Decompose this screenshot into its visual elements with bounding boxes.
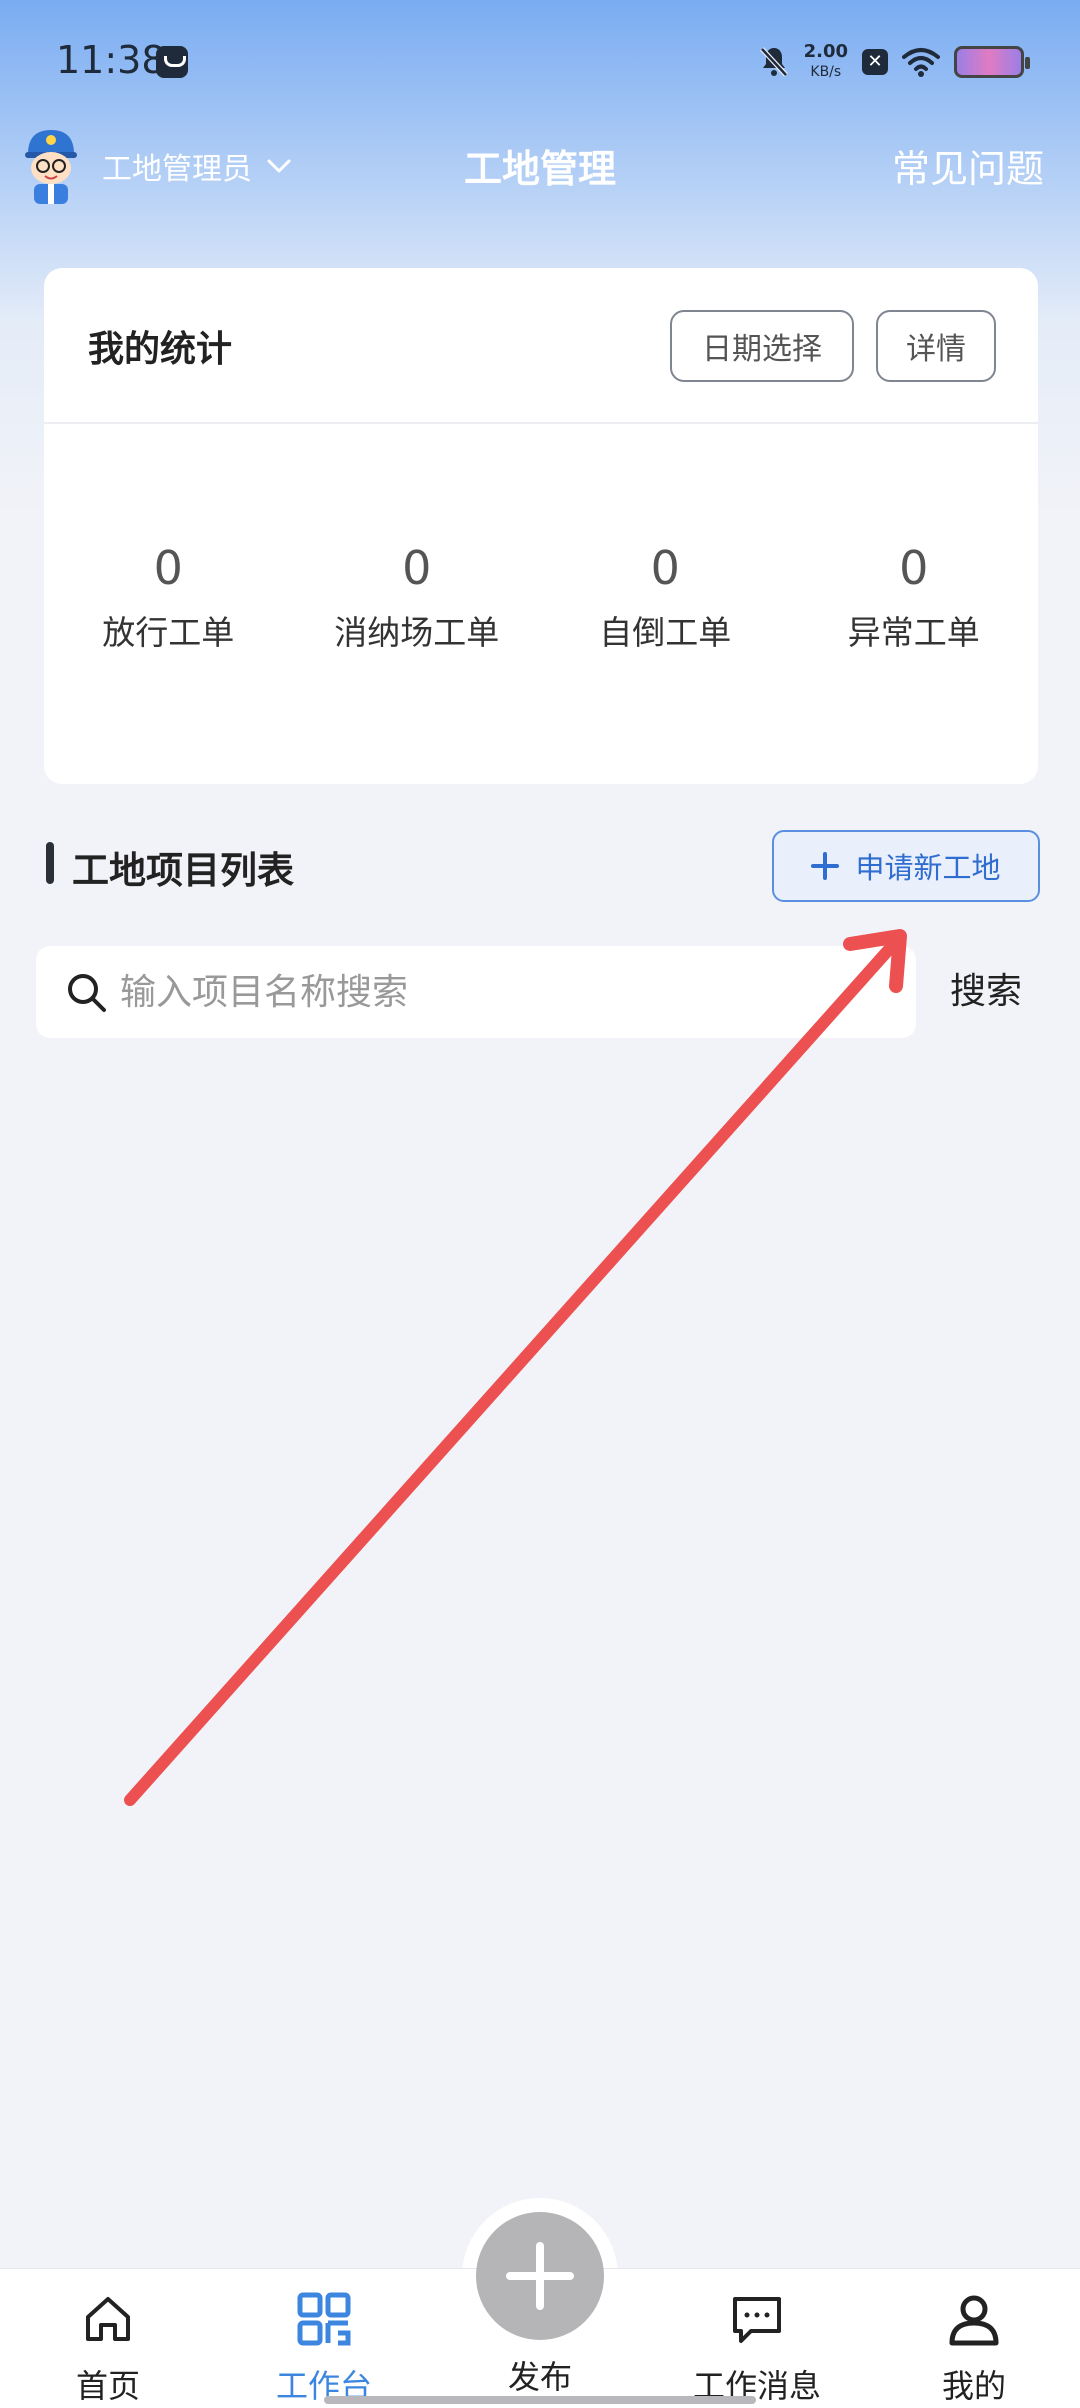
search-button[interactable]: 搜索 [950,962,1022,1014]
search-box [36,946,916,1038]
faq-link[interactable]: 常见问题 [892,138,1044,193]
apply-button-label: 申请新工地 [855,851,1001,885]
stat-value: 0 [153,541,183,595]
nav-workbench[interactable]: 工作台 [249,2269,399,2408]
stats-title: 我的统计 [88,329,233,370]
stat-abnormal-orders[interactable]: 0 异常工单 [790,538,1039,654]
stats-card: 我的统计 日期选择 详情 0 放行工单 0 消纳场工单 0 自倒工单 0 异常工… [44,268,1038,784]
date-select-button[interactable]: 日期选择 [670,310,854,382]
bell-muted-icon [759,47,788,77]
stat-value: 0 [650,541,680,595]
plus-icon [811,852,840,880]
section-accent-bar [46,842,54,884]
stats-card-header: 我的统计 日期选择 详情 [44,268,1038,424]
stat-label: 消纳场工单 [334,613,500,652]
status-icons: 2.00 KB/s ✕ [758,40,1030,84]
status-time: 11:38 [56,38,166,82]
stat-label: 异常工单 [847,613,980,652]
detail-button[interactable]: 详情 [876,310,996,382]
search-icon [68,974,106,1012]
stat-value: 0 [899,541,929,595]
network-speed: 2.00 KB/s [803,41,848,81]
qr-grid-icon [297,2292,351,2346]
app-icon [156,46,188,78]
nav-mine[interactable]: 我的 [899,2269,1049,2408]
nav-home[interactable]: 首页 [33,2269,183,2408]
app-header: 工地管理员 工地管理 常见问题 [0,120,1080,210]
home-icon [86,2297,130,2341]
user-icon [949,2295,999,2346]
project-list-header: 工地项目列表 申请新工地 [44,830,1040,906]
battery-icon [954,46,1030,78]
publish-button[interactable] [476,2212,604,2340]
stat-release-orders[interactable]: 0 放行工单 [44,538,293,654]
search-input[interactable] [120,960,900,1024]
nav-label: 首页 [75,2367,140,2405]
nav-publish-label[interactable]: 发布 [465,2352,615,2398]
stats-row: 0 放行工单 0 消纳场工单 0 自倒工单 0 异常工单 [44,538,1038,654]
stat-label: 自倒工单 [599,613,732,652]
stat-label: 放行工单 [102,613,235,652]
nav-messages[interactable]: 工作消息 [682,2269,832,2408]
stat-self-dump-orders[interactable]: 0 自倒工单 [541,538,790,654]
stat-disposal-orders[interactable]: 0 消纳场工单 [293,538,542,654]
chat-icon [733,2297,781,2343]
apply-new-site-button[interactable]: 申请新工地 [772,830,1040,902]
home-indicator [324,2396,756,2404]
stat-value: 0 [402,541,432,595]
wifi-icon [902,48,940,77]
nav-label: 我的 [941,2367,1006,2405]
section-title: 工地项目列表 [72,849,294,892]
status-bar: 11:38 2.00 KB/s ✕ [0,0,1080,125]
x-box-icon: ✕ [862,49,888,75]
